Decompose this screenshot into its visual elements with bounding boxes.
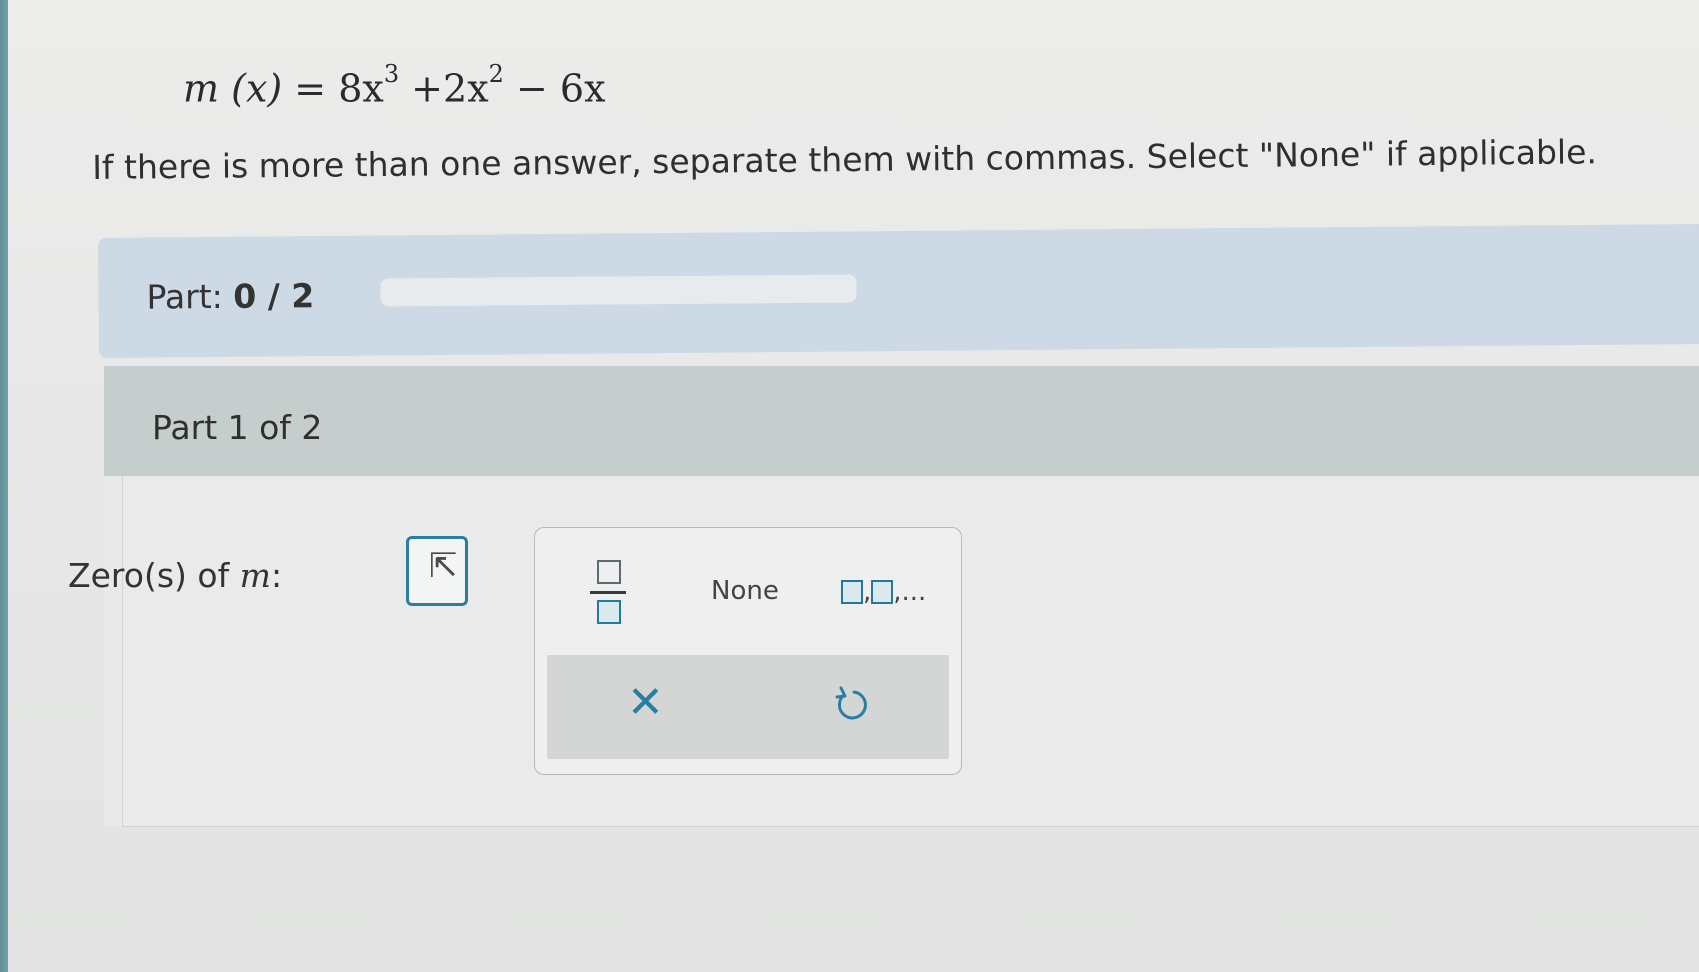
math-keypad: None ,,... ✕ — [534, 527, 962, 775]
equation-exponent-1: 3 — [383, 60, 400, 88]
mouse-cursor-icon: ⇱ — [429, 546, 458, 586]
equation-exponent-2: 2 — [488, 60, 504, 88]
equation-lhs: m (x) = — [183, 66, 339, 111]
part-progress-value: 0 / 2 — [233, 276, 315, 316]
fraction-numerator-box-icon — [597, 560, 621, 584]
clear-icon[interactable]: ✕ — [627, 681, 664, 725]
section-header: Part 1 of 2 — [104, 366, 1699, 476]
list-box-icon — [871, 580, 894, 604]
zeros-label-variable: m — [239, 556, 271, 595]
answer-input[interactable]: ⇱ — [406, 536, 468, 606]
zeros-label: Zero(s) of m: — [68, 556, 283, 595]
part-progress-label: Part: 0 / 2 — [146, 276, 315, 317]
equation-term-2: +2x — [399, 66, 489, 111]
undo-icon[interactable] — [832, 685, 872, 725]
equation-term-1: 8x — [338, 66, 384, 111]
list-key[interactable]: ,,... — [841, 577, 926, 607]
function-equation: m (x) = 8x3 +2x2 − 6x — [183, 60, 606, 111]
part-progress-bar: Part: 0 / 2 — [98, 223, 1699, 358]
equation-term-3: − 6x — [503, 66, 606, 111]
fraction-bar-icon — [590, 591, 626, 594]
none-key[interactable]: None — [711, 576, 779, 606]
instructions-text: If there is more than one answer, separa… — [92, 132, 1598, 187]
list-box-icon — [841, 580, 863, 604]
keypad-action-row: ✕ — [547, 655, 949, 759]
assignment-page: m (x) = 8x3 +2x2 − 6x If there is more t… — [8, 0, 1699, 972]
fraction-denominator-box-icon — [597, 600, 621, 624]
progress-track — [380, 274, 857, 307]
fraction-key[interactable] — [590, 558, 626, 628]
section-title: Part 1 of 2 — [152, 408, 323, 447]
